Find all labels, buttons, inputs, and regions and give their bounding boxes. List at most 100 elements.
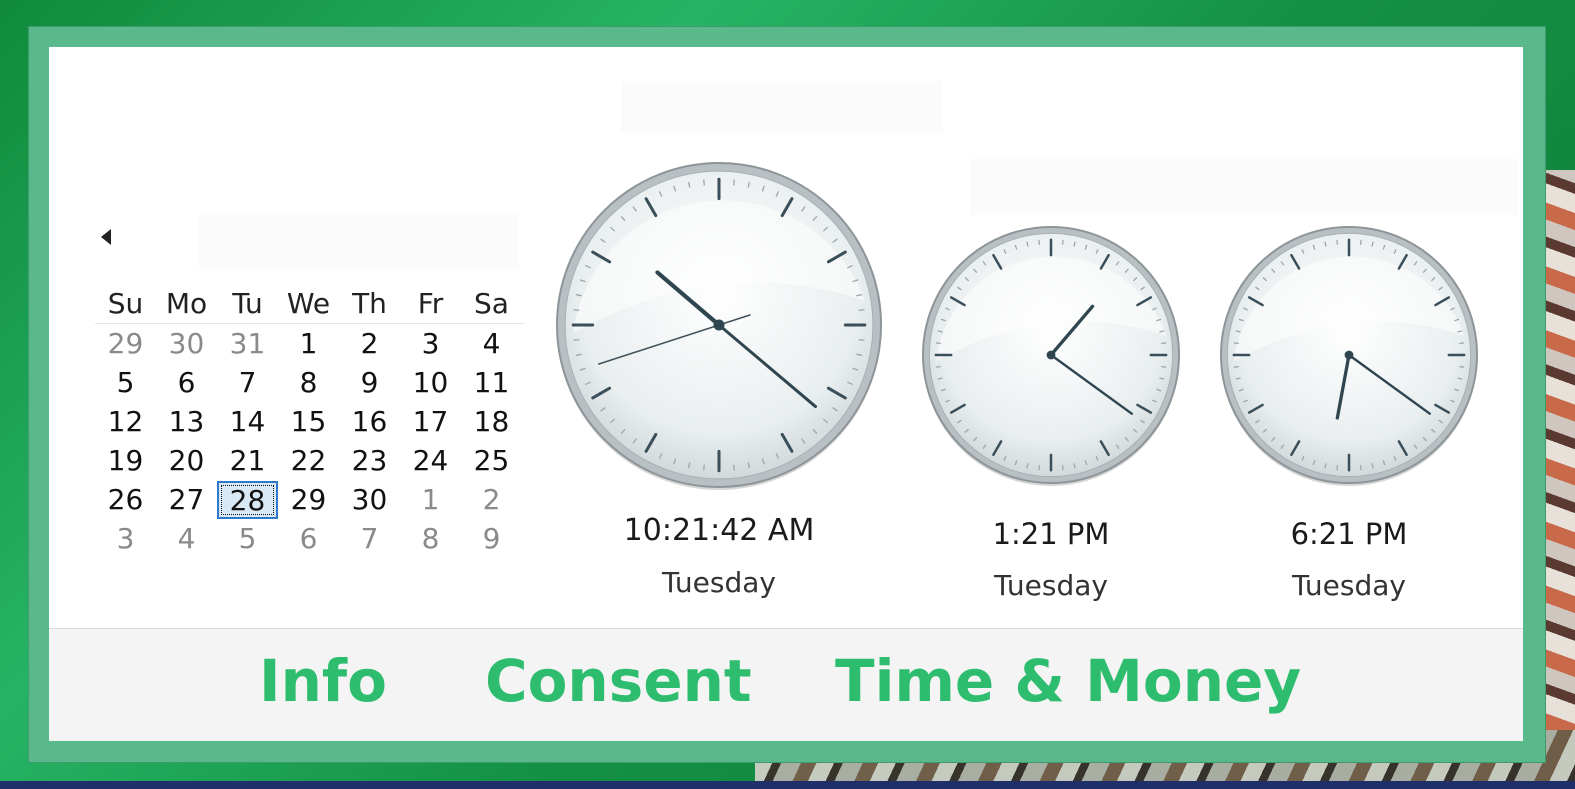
minute-tick: [1457, 377, 1463, 380]
date-time-flyout: Su Mo Tu We Th Fr Sa 29 30 31 1 2 3 4 5 6 7 8 9 10 11 12 13 14…: [28, 26, 1546, 763]
info-link[interactable]: Info: [259, 647, 387, 715]
additional-clock-2-time: 6:21 PM: [1290, 517, 1408, 551]
calendar-day[interactable]: 3: [95, 521, 156, 557]
desktop-wallpaper-stripes-right: [1545, 170, 1575, 730]
calendar-day[interactable]: 25: [461, 443, 522, 479]
consent-link[interactable]: Consent: [485, 647, 752, 715]
minute-tick: [1159, 377, 1165, 380]
calendar-day[interactable]: 9: [339, 365, 400, 401]
calendar-day[interactable]: 7: [217, 365, 278, 401]
minute-tick: [1324, 241, 1327, 247]
weekday-header: We: [286, 286, 331, 320]
calendar-day[interactable]: 7: [339, 521, 400, 557]
calendar-day[interactable]: 6: [278, 521, 339, 557]
analog-clock-face: [556, 162, 882, 490]
minute-tick: [1235, 377, 1241, 380]
calendar-day[interactable]: 9: [461, 521, 522, 557]
calendar-day[interactable]: 2: [339, 326, 400, 362]
calendar-day[interactable]: 6: [156, 365, 217, 401]
calendar-day[interactable]: 21: [217, 443, 278, 479]
calendar-day[interactable]: 31: [217, 326, 278, 362]
flyout-panel: Su Mo Tu We Th Fr Sa 29 30 31 1 2 3 4 5 6 7 8 9 10 11 12 13 14…: [49, 47, 1523, 741]
calendar-day[interactable]: 5: [217, 521, 278, 557]
calendar-day[interactable]: 1: [278, 326, 339, 362]
calendar-month-title[interactable]: [199, 213, 519, 269]
calendar-day[interactable]: 27: [156, 482, 217, 518]
calendar-day[interactable]: 19: [95, 443, 156, 479]
minute-tick: [733, 179, 735, 186]
calendar-grid: Su Mo Tu We Th Fr Sa 29 30 31 1 2 3 4 5 6 7 8 9 10 11 12 13 14…: [95, 283, 525, 558]
calendar-day[interactable]: 30: [339, 482, 400, 518]
calendar-day[interactable]: 4: [156, 521, 217, 557]
calendar-week-row: 12 13 14 15 16 17 18: [95, 402, 525, 441]
minute-tick: [1026, 463, 1029, 469]
minute-tick: [1073, 241, 1076, 247]
calendar-day[interactable]: 10: [400, 365, 461, 401]
minute-tick: [1159, 330, 1165, 333]
calendar-day[interactable]: 17: [400, 404, 461, 440]
minute-tick: [573, 339, 580, 341]
weekday-header: Fr: [417, 286, 444, 320]
calendar-day[interactable]: 23: [339, 443, 400, 479]
additional-clock-1-day: Tuesday: [994, 569, 1108, 602]
calendar-day[interactable]: 5: [95, 365, 156, 401]
calendar-day[interactable]: 12: [95, 404, 156, 440]
calendar-day[interactable]: 24: [400, 443, 461, 479]
additional-clocks-title-area: [971, 159, 1519, 215]
calendar-day[interactable]: 1: [400, 482, 461, 518]
taskbar-edge: [0, 781, 1575, 789]
calendar-day[interactable]: 4: [461, 326, 522, 362]
calendar-day[interactable]: 11: [461, 365, 522, 401]
minute-tick: [858, 339, 865, 341]
additional-clock-1: 1:21 PM Tuesday: [919, 223, 1183, 602]
clock-center-pin: [1344, 350, 1354, 360]
calendar-day[interactable]: 15: [278, 404, 339, 440]
calendar-week-row: 5 6 7 8 9 10 11: [95, 363, 525, 402]
main-clock: 10:21:42 AM Tuesday: [553, 159, 885, 599]
additional-clock-2-day: Tuesday: [1292, 569, 1406, 602]
minute-tick: [703, 179, 705, 186]
additional-clock-1-time: 1:21 PM: [992, 517, 1110, 551]
calendar-day[interactable]: 16: [339, 404, 400, 440]
calendar-day[interactable]: 8: [400, 521, 461, 557]
main-clock-title-area: [621, 81, 943, 133]
calendar-day[interactable]: 20: [156, 443, 217, 479]
calendar-week-row: 29 30 31 1 2 3 4: [95, 324, 525, 363]
minute-tick: [1324, 463, 1327, 469]
minute-tick: [937, 377, 943, 380]
clock-center-pin: [713, 319, 725, 331]
minute-tick: [1073, 463, 1076, 469]
clock-center-pin: [1046, 350, 1056, 360]
calendar-week-row: 3456789: [95, 519, 525, 558]
calendar-day[interactable]: 30: [156, 326, 217, 362]
additional-clock-2: 6:21 PM Tuesday: [1217, 223, 1481, 602]
flyout-footer: Info Consent Time & Money: [49, 628, 1523, 741]
minute-tick: [1371, 241, 1374, 247]
calendar-day[interactable]: 13: [156, 404, 217, 440]
calendar-day[interactable]: 2: [461, 482, 522, 518]
time-and-money-link[interactable]: Time & Money: [835, 647, 1301, 715]
calendar-week-row: 19 20 21 22 23 24 25: [95, 441, 525, 480]
analog-clock-face: [1220, 226, 1478, 486]
calendar-day[interactable]: 3: [400, 326, 461, 362]
minute-tick: [733, 464, 735, 471]
calendar-day[interactable]: 29: [278, 482, 339, 518]
weekday-header: Su: [107, 286, 144, 320]
minute-tick: [703, 464, 705, 471]
calendar-day[interactable]: 14: [217, 404, 278, 440]
calendar-day[interactable]: 8: [278, 365, 339, 401]
minute-tick: [1235, 330, 1241, 333]
calendar-day[interactable]: 29: [95, 326, 156, 362]
weekday-header: Tu: [232, 286, 263, 320]
calendar-nav: [95, 207, 525, 269]
calendar-day-today[interactable]: 28: [217, 480, 278, 519]
previous-month-arrow-icon[interactable]: [101, 229, 111, 245]
minute-tick: [937, 330, 943, 333]
calendar-day[interactable]: 26: [95, 482, 156, 518]
minute-tick: [858, 309, 865, 311]
weekday-header: Th: [352, 286, 387, 320]
calendar-day[interactable]: 22: [278, 443, 339, 479]
minute-tick: [573, 309, 580, 311]
calendar-day[interactable]: 18: [461, 404, 522, 440]
calendar-weekday-header: Su Mo Tu We Th Fr Sa: [95, 283, 525, 324]
